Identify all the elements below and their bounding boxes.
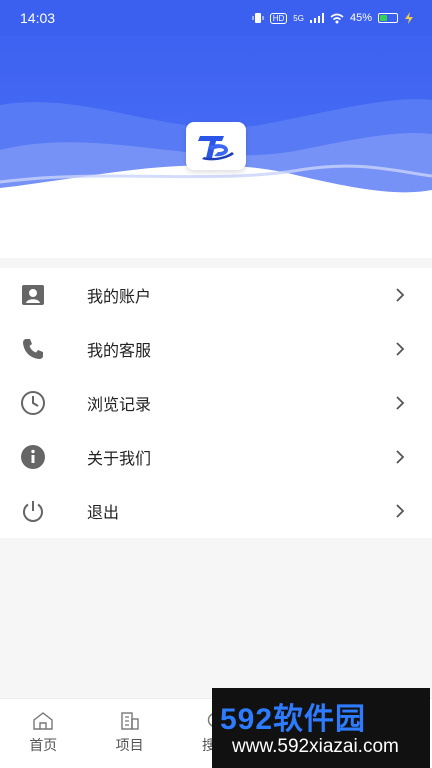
clock-icon [20,390,46,416]
status-time: 14:03 [20,10,56,26]
battery-percent: 45% [349,12,372,24]
status-icons: HD 5G 45% [252,12,414,24]
hd-badge: HD [269,12,288,24]
menu-item-history[interactable]: 浏览记录 [0,376,432,430]
watermark-title: 592软件园 [220,703,367,736]
home-icon [33,712,53,730]
chevron-right-icon [396,450,405,464]
menu-item-label: 我的账户 [87,287,152,306]
chevron-right-icon [396,504,405,518]
charging-icon [405,12,413,24]
account-card-icon [20,282,46,308]
chevron-right-icon [396,396,405,410]
menu-item-about[interactable]: 关于我们 [0,430,432,484]
tab-label: 项目 [115,738,144,754]
menu-item-label: 退出 [87,503,120,522]
info-icon [20,444,46,470]
phone-icon [20,336,46,362]
tab-label: 首页 [29,738,58,754]
tab-home[interactable]: 首页 [0,699,86,768]
battery-icon [378,13,398,23]
settings-menu: 我的账户 我的客服 浏览记录 关于我们 退出 [0,268,432,538]
menu-item-label: 关于我们 [87,449,152,468]
building-icon [120,712,139,730]
menu-item-label: 浏览记录 [87,395,152,414]
profile-header [0,0,432,258]
app-logo [186,122,246,170]
status-bar: 14:03 HD 5G 45% [0,0,432,36]
network-label: 5G [293,13,304,23]
menu-item-customer-service[interactable]: 我的客服 [0,322,432,376]
wifi-icon [330,13,344,23]
power-icon [20,498,46,524]
username-placeholder [184,193,244,207]
menu-item-label: 我的客服 [87,341,152,360]
chevron-right-icon [396,342,405,356]
watermark-url: www.592xiazai.com [232,736,399,757]
signal-icon [309,13,324,23]
menu-item-logout[interactable]: 退出 [0,484,432,538]
tab-projects[interactable]: 项目 [86,699,172,768]
site-watermark: 592软件园 www.592xiazai.com [212,688,430,768]
chevron-right-icon [396,288,405,302]
vibrate-icon [252,13,264,23]
menu-item-account[interactable]: 我的账户 [0,268,432,322]
